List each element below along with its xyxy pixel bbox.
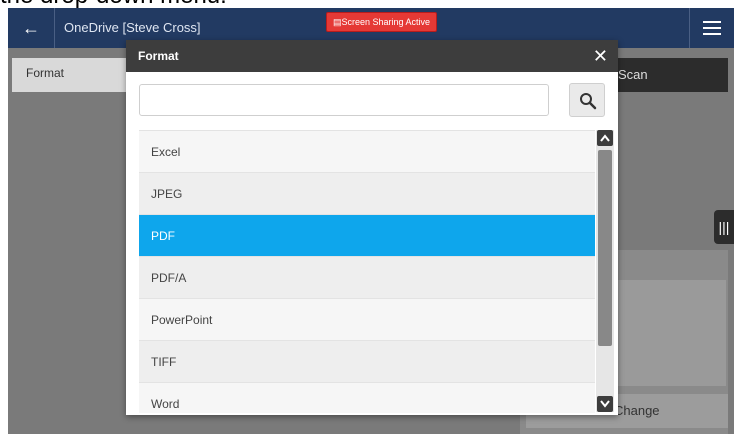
scroll-down-button[interactable] <box>597 396 613 412</box>
format-list: Excel JPEG PDF PDF/A PowerPoint TIFF Word <box>139 130 595 413</box>
format-option-tiff[interactable]: TIFF <box>139 341 595 383</box>
format-option-powerpoint[interactable]: PowerPoint <box>139 299 595 341</box>
scrollbar[interactable] <box>596 130 614 412</box>
close-icon[interactable]: ✕ <box>593 40 608 72</box>
hamburger-menu-icon <box>703 21 721 23</box>
chevron-up-icon <box>600 134 610 142</box>
caption-text: the drop-down menu. <box>0 0 227 8</box>
side-panel-handle[interactable]: ||| <box>714 210 734 244</box>
format-option-excel[interactable]: Excel <box>139 131 595 173</box>
screen-icon: ▤ <box>333 17 342 27</box>
screen-sharing-badge: ▤Screen Sharing Active <box>326 12 438 32</box>
format-option-pdf-a[interactable]: PDF/A <box>139 257 595 299</box>
back-button[interactable]: ← <box>8 8 55 48</box>
dialog-header: Format ✕ <box>126 40 618 72</box>
scrollbar-thumb[interactable] <box>598 150 612 346</box>
chevron-down-icon <box>600 400 610 408</box>
search-input[interactable] <box>139 84 549 116</box>
format-option-word[interactable]: Word <box>139 383 595 413</box>
format-dialog: Format ✕ Excel JPEG PDF PDF/A PowerPoint TIFF… <box>126 40 618 415</box>
format-option-jpeg[interactable]: JPEG <box>139 173 595 215</box>
search-icon <box>580 93 597 110</box>
hamburger-menu-button[interactable] <box>689 8 734 48</box>
dialog-title: Format <box>138 49 179 63</box>
format-tab[interactable]: Format <box>12 58 130 92</box>
search-button[interactable] <box>569 83 605 117</box>
arrow-left-icon: ← <box>22 18 40 38</box>
scroll-up-button[interactable] <box>597 130 613 146</box>
format-option-pdf[interactable]: PDF <box>139 215 595 257</box>
screen-sharing-label: Screen Sharing Active <box>341 17 431 27</box>
app-screen: ← OneDrive [Steve Cross] ▤Screen Sharing… <box>8 8 734 434</box>
